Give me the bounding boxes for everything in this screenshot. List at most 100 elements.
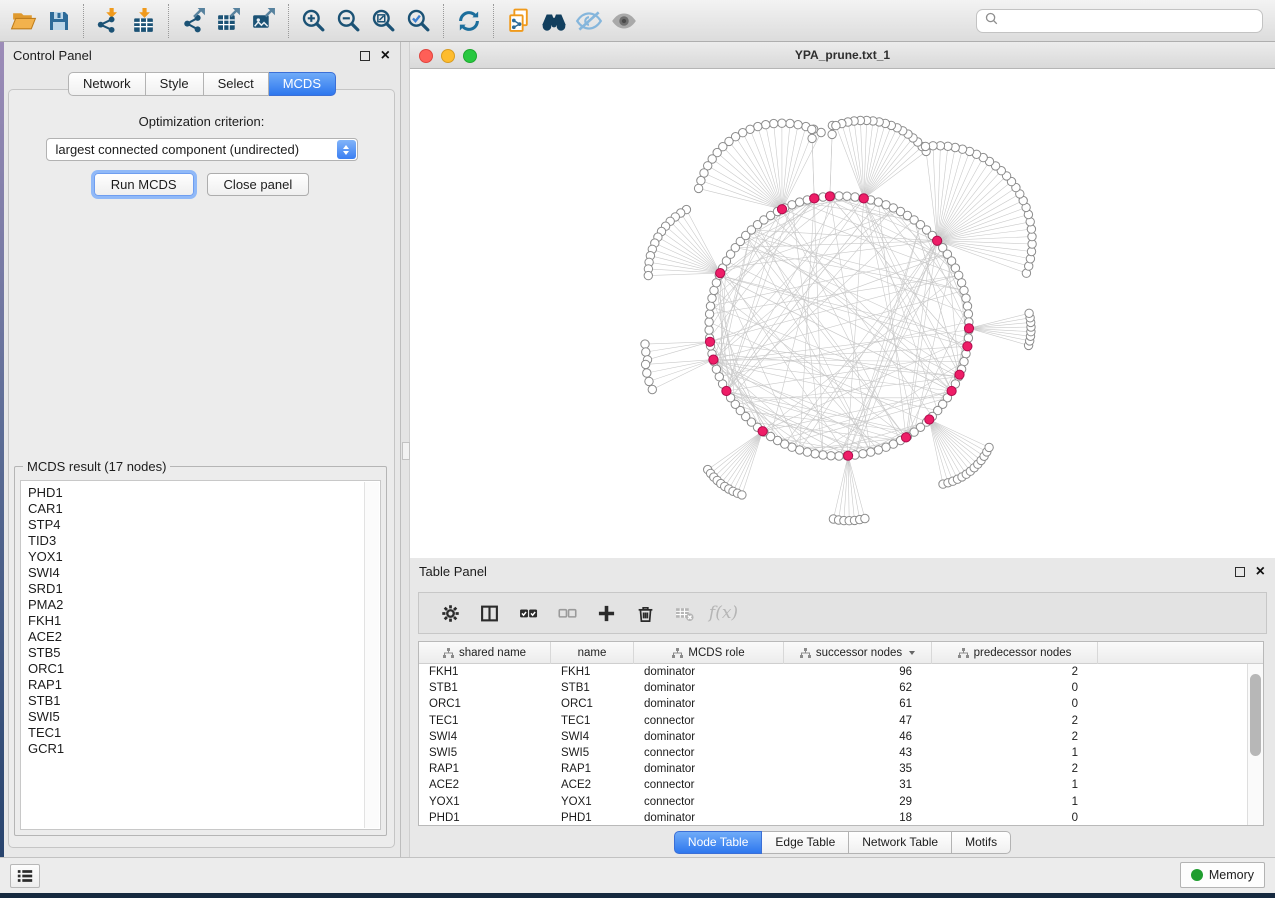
column-header-successor-nodes[interactable]: successor nodes: [784, 642, 932, 664]
toggle-panel-icon[interactable]: [470, 595, 509, 631]
tab-select[interactable]: Select: [204, 72, 269, 96]
cell-shared-name[interactable]: ACE2: [419, 779, 551, 791]
cell-mcds-role[interactable]: dominator: [634, 812, 784, 824]
import-table-icon[interactable]: [126, 4, 161, 38]
first-neighbors-icon[interactable]: [536, 4, 571, 38]
mcds-result-node[interactable]: STB1: [28, 693, 380, 709]
mcds-result-node[interactable]: SWI4: [28, 565, 380, 581]
cell-successor-nodes[interactable]: 46: [784, 731, 932, 743]
zoom-fit-icon[interactable]: [366, 4, 401, 38]
export-network-icon[interactable]: [176, 4, 211, 38]
cell-predecessor-nodes[interactable]: 2: [932, 763, 1098, 775]
table-row[interactable]: RAP1RAP1dominator352: [419, 761, 1263, 777]
cell-name[interactable]: ORC1: [551, 698, 634, 710]
network-nodes[interactable]: [641, 116, 1037, 525]
table-row[interactable]: ORC1ORC1dominator610: [419, 696, 1263, 712]
panel-split-divider[interactable]: [400, 42, 410, 858]
tab-motifs[interactable]: Motifs: [952, 831, 1011, 854]
close-panel-button[interactable]: Close panel: [207, 173, 310, 196]
cell-name[interactable]: RAP1: [551, 763, 634, 775]
cell-mcds-role[interactable]: connector: [634, 796, 784, 808]
mcds-result-node[interactable]: RAP1: [28, 677, 380, 693]
tab-mcds[interactable]: MCDS: [269, 72, 336, 96]
import-network-icon[interactable]: [91, 4, 126, 38]
export-image-icon[interactable]: [246, 4, 281, 38]
column-header-predecessor-nodes[interactable]: predecessor nodes: [932, 642, 1098, 664]
select-all-icon[interactable]: [509, 595, 548, 631]
column-header-shared-name[interactable]: shared name: [419, 642, 551, 664]
cell-predecessor-nodes[interactable]: 1: [932, 779, 1098, 791]
mcds-result-node[interactable]: STP4: [28, 517, 380, 533]
cell-successor-nodes[interactable]: 35: [784, 763, 932, 775]
table-scrollbar[interactable]: [1247, 664, 1263, 825]
search-input[interactable]: [1003, 11, 1262, 31]
tab-node-table[interactable]: Node Table: [674, 831, 763, 854]
cell-name[interactable]: SWI5: [551, 747, 634, 759]
divider-grip[interactable]: [402, 442, 410, 460]
window-minimize-button[interactable]: [441, 49, 455, 63]
panel-selector-button[interactable]: [10, 864, 40, 888]
cell-name[interactable]: YOX1: [551, 796, 634, 808]
table-row[interactable]: STB1STB1dominator620: [419, 680, 1263, 696]
cell-successor-nodes[interactable]: 61: [784, 698, 932, 710]
cell-name[interactable]: STB1: [551, 682, 634, 694]
duplicate-network-icon[interactable]: [501, 4, 536, 38]
cell-shared-name[interactable]: YOX1: [419, 796, 551, 808]
show-all-icon[interactable]: [606, 4, 641, 38]
cell-successor-nodes[interactable]: 18: [784, 812, 932, 824]
delete-row-icon[interactable]: [626, 595, 665, 631]
cell-shared-name[interactable]: STB1: [419, 682, 551, 694]
cell-predecessor-nodes[interactable]: 2: [932, 715, 1098, 727]
window-zoom-button[interactable]: [463, 49, 477, 63]
cell-predecessor-nodes[interactable]: 0: [932, 682, 1098, 694]
mcds-result-node[interactable]: SRD1: [28, 581, 380, 597]
zoom-selected-icon[interactable]: [401, 4, 436, 38]
cell-mcds-role[interactable]: connector: [634, 715, 784, 727]
zoom-out-icon[interactable]: [331, 4, 366, 38]
cell-predecessor-nodes[interactable]: 0: [932, 812, 1098, 824]
cell-name[interactable]: PHD1: [551, 812, 634, 824]
cell-predecessor-nodes[interactable]: 1: [932, 747, 1098, 759]
cell-name[interactable]: ACE2: [551, 779, 634, 791]
mcds-result-list[interactable]: PHD1CAR1STP4TID3YOX1SWI4SRD1PMA2FKH1ACE2…: [20, 480, 381, 830]
cell-successor-nodes[interactable]: 96: [784, 666, 932, 678]
table-row[interactable]: FKH1FKH1dominator962: [419, 664, 1263, 680]
float-table-panel-icon[interactable]: [1235, 567, 1245, 577]
save-session-icon[interactable]: [41, 4, 76, 38]
cell-predecessor-nodes[interactable]: 2: [932, 731, 1098, 743]
cell-successor-nodes[interactable]: 31: [784, 779, 932, 791]
table-row[interactable]: PHD1PHD1dominator180: [419, 810, 1263, 826]
result-list-scrollbar[interactable]: [364, 482, 379, 828]
hide-selected-icon[interactable]: [571, 4, 606, 38]
tab-network[interactable]: Network: [68, 72, 146, 96]
column-header-mcds-role[interactable]: MCDS role: [634, 642, 784, 664]
cell-shared-name[interactable]: SWI5: [419, 747, 551, 759]
cell-shared-name[interactable]: TEC1: [419, 715, 551, 727]
cell-shared-name[interactable]: PHD1: [419, 812, 551, 824]
cell-shared-name[interactable]: SWI4: [419, 731, 551, 743]
close-table-panel-icon[interactable]: ×: [1256, 564, 1265, 580]
table-row[interactable]: TEC1TEC1connector472: [419, 713, 1263, 729]
network-canvas[interactable]: [410, 69, 1275, 558]
float-panel-icon[interactable]: [360, 51, 370, 61]
mcds-result-node[interactable]: TID3: [28, 533, 380, 549]
tab-network-table[interactable]: Network Table: [849, 831, 952, 854]
table-scrollbar-thumb[interactable]: [1250, 674, 1261, 756]
cell-mcds-role[interactable]: dominator: [634, 666, 784, 678]
cell-successor-nodes[interactable]: 62: [784, 682, 932, 694]
open-file-icon[interactable]: [6, 4, 41, 38]
mcds-result-node[interactable]: ORC1: [28, 661, 380, 677]
export-table-icon[interactable]: [211, 4, 246, 38]
cell-successor-nodes[interactable]: 29: [784, 796, 932, 808]
mcds-result-node[interactable]: ACE2: [28, 629, 380, 645]
run-mcds-button[interactable]: Run MCDS: [94, 173, 194, 196]
deselect-all-icon[interactable]: [548, 595, 587, 631]
network-graph[interactable]: [410, 69, 1275, 558]
table-row[interactable]: SWI5SWI5connector431: [419, 745, 1263, 761]
cell-shared-name[interactable]: FKH1: [419, 666, 551, 678]
mcds-result-node[interactable]: PMA2: [28, 597, 380, 613]
memory-button[interactable]: Memory: [1180, 862, 1265, 888]
column-header-name[interactable]: name: [551, 642, 634, 664]
mcds-result-node[interactable]: SWI5: [28, 709, 380, 725]
window-close-button[interactable]: [419, 49, 433, 63]
